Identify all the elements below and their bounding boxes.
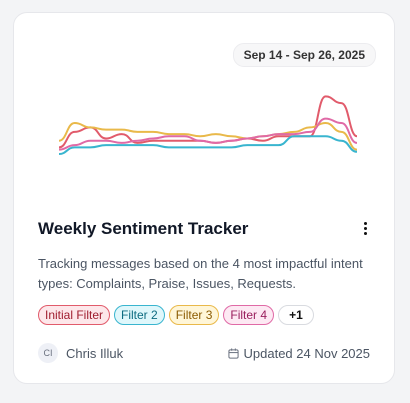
updated-date: Updated 24 Nov 2025 (243, 345, 370, 361)
calendar-icon (227, 347, 239, 359)
filter-tags: Initial Filter Filter 2 Filter 3 Filter … (38, 305, 314, 325)
dashboard-card[interactable]: Sep 14 - Sep 26, 2025 Weekly Sentiment T… (13, 12, 395, 384)
date-range-badge: Sep 14 - Sep 26, 2025 (232, 43, 376, 67)
card-footer: CI Chris Illuk Updated 24 Nov 2025 (38, 343, 370, 363)
author: CI Chris Illuk (38, 343, 123, 363)
author-name: Chris Illuk (66, 345, 124, 361)
card-description: Tracking messages based on the 4 most im… (38, 256, 363, 291)
tag-filter-3[interactable]: Filter 3 (168, 305, 220, 325)
tag-initial-filter[interactable]: Initial Filter (38, 305, 111, 325)
card-title: Weekly Sentiment Tracker (38, 219, 249, 238)
tag-filter-4[interactable]: Filter 4 (223, 305, 275, 325)
more-options-icon[interactable] (362, 222, 368, 238)
sentiment-sparkline (59, 95, 357, 155)
tag-filter-2[interactable]: Filter 2 (114, 305, 165, 325)
updated-info: Updated 24 Nov 2025 (227, 345, 370, 361)
more-tags-button[interactable]: +1 (278, 305, 314, 325)
avatar: CI (38, 343, 58, 363)
